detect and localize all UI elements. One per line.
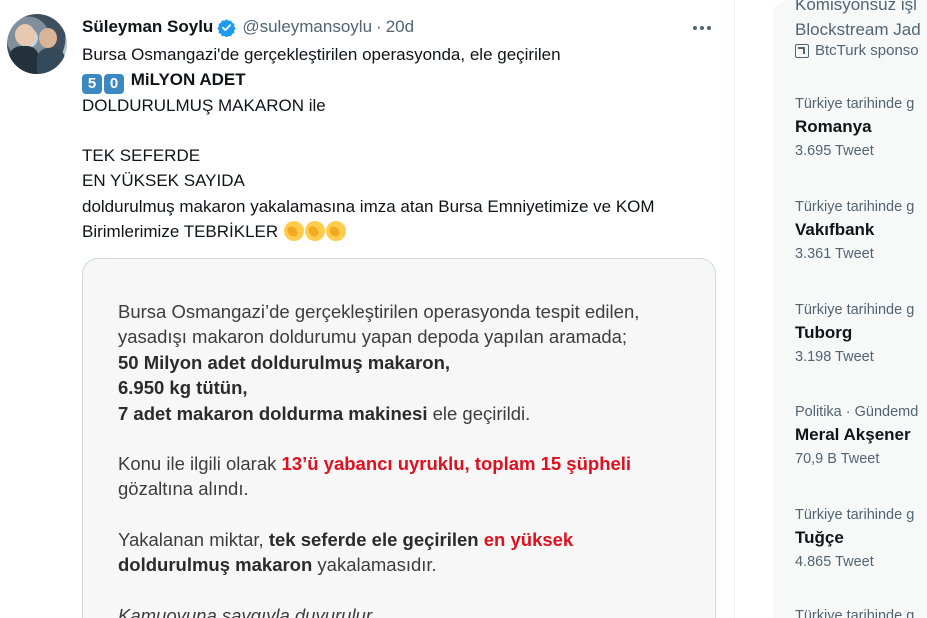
tweet-line: EN YÜKSEK SAYIDA [82,171,245,191]
tweet-line-final: Birimlerimize TEBRİKLER [82,219,722,244]
trend-item[interactable]: Türkiye tarihinde g Tuborg 3.198 Tweet [795,302,927,365]
tweet-timestamp[interactable]: 20d [386,17,414,37]
trend-context: Türkiye tarihinde g [795,302,915,318]
trend-item[interactable]: Politika · Gündemd Meral Akşener 70,9 B … [795,404,927,467]
tweet-line: TEK SEFERDE [82,146,201,166]
media-text-span: ele geçirildi. [427,402,531,424]
promoted-icon [795,43,809,58]
more-dot [707,26,711,30]
author-handle[interactable]: @suleymansoylu [242,17,372,37]
tweet-line: DOLDURULMUŞ MAKARON ile [82,95,326,115]
tweet-line: doldurulmuş makaron yakalamasına imza at… [82,196,655,216]
trend-item[interactable]: Türkiye tarihinde g Vakıfbank 3.361 Twee… [795,199,927,262]
media-text-span: Konu ile ilgili olarak [118,453,282,475]
media-line-mixed: doldurulmuş makaron yakalamasıdır. [118,552,698,577]
media-line-mixed: Konu ile ilgili olarak 13’ü yabancı uyru… [118,451,698,476]
trend-item[interactable]: Türkiye tarihinde g [795,608,927,618]
media-line-bold: 50 Milyon adet doldurulmuş makaron, [118,351,451,373]
avatar-figure-left [9,46,39,74]
trends-sidebar: Komisyonsuz işl Blockstream Jad BtcTurk … [773,0,927,618]
media-bold-text: 7 adet makaron doldurma makinesi [118,402,428,424]
clapping-hands-icon [283,221,304,242]
tweet-line-count: 50 MiLYON ADET [82,67,722,95]
more-dot [693,26,697,30]
tweet-text: Bursa Osmangazi'de gerçekleştirilen oper… [82,42,722,244]
more-options-icon[interactable] [690,16,714,40]
media-line-italic: Kamuoyuna saygıyla duyurulur [118,604,373,618]
trend-context: Türkiye tarihinde g [795,96,915,112]
tweet-line-emphasis: MiLYON ADET [130,70,246,90]
trend-count: 3.361 Tweet [795,246,874,262]
media-line-mixed: Yakalanan miktar, tek seferde ele geçiri… [118,527,698,552]
keycap-digit-0-icon: 0 [104,74,124,95]
promoted-trend-text[interactable]: Komisyonsuz işl Blockstream Jad [795,0,921,42]
avatar-face-right [39,28,57,48]
trend-title: Meral Akşener [795,425,911,444]
media-line-mixed: 7 adet makaron doldurma makinesi ele geç… [118,401,698,426]
trend-item[interactable]: Türkiye tarihinde g Romanya 3.695 Tweet [795,96,927,159]
tweet-article[interactable]: Süleyman Soylu @suleymansoylu · 20d Burs… [0,0,735,618]
header-separator: · [376,17,382,36]
tweet-line: Bursa Osmangazi'de gerçekleştirilen oper… [82,45,561,64]
trend-count: 3.198 Tweet [795,349,874,365]
media-gap [118,426,698,451]
media-bold-text: doldurulmuş makaron [118,554,313,576]
media-line: yasadışı makaron doldurumu yapan depoda … [118,326,628,348]
trend-title: Vakıfbank [795,220,875,239]
promoted-line: Blockstream Jad [795,20,921,39]
media-text: Bursa Osmangazi’de gerçekleştirilen oper… [118,299,698,618]
media-line-bold: 6.950 kg tütün, [118,377,248,399]
media-line: Bursa Osmangazi’de gerçekleştirilen oper… [118,301,640,322]
media-gap [118,502,698,527]
trend-count: 4.865 Tweet [795,554,874,570]
trend-context: Türkiye tarihinde g [795,199,915,215]
trend-item[interactable]: Türkiye tarihinde g Tuğçe 4.865 Tweet [795,507,927,570]
trend-context: Politika · Gündemd [795,404,919,420]
tweet-header: Süleyman Soylu @suleymansoylu · 20d [82,15,414,39]
sponsor-label: BtcTurk sponso [815,42,919,59]
promoted-by: BtcTurk sponso [795,42,919,59]
author-avatar[interactable] [7,14,67,74]
media-text-span: Yakalanan miktar, [118,528,269,550]
verified-badge-icon [217,18,237,37]
trend-title: Tuborg [795,323,853,342]
media-gap [118,578,698,603]
avatar-face-left [15,24,35,46]
tweet-media-image[interactable]: Bursa Osmangazi’de gerçekleştirilen oper… [82,258,716,618]
media-line: gözaltına alındı. [118,478,249,500]
trend-context: Türkiye tarihinde g [795,507,915,523]
media-text-span: yakalamasıdır. [312,554,437,576]
media-red-text: en yüksek [483,528,574,550]
clapping-hands-icon [325,221,346,242]
trend-count: 3.695 Tweet [795,143,874,159]
avatar-figure-right [37,48,65,74]
trend-title: Tuğçe [795,528,844,547]
media-bold-text: tek seferde ele geçirilen [268,528,484,550]
trend-count: 70,9 B Tweet [795,451,880,467]
trend-context: Türkiye tarihinde g [795,608,915,618]
clapping-hands-icon [304,221,325,242]
media-red-text: 13’ü yabancı uyruklu, toplam 15 şüpheli [281,453,632,475]
author-name[interactable]: Süleyman Soylu [82,17,213,37]
promoted-line: Komisyonsuz işl [795,0,917,14]
more-dot [700,26,704,30]
keycap-digit-5-icon: 5 [82,74,102,95]
tweet-line: Birimlerimize TEBRİKLER [82,222,279,242]
trend-title: Romanya [795,117,872,136]
